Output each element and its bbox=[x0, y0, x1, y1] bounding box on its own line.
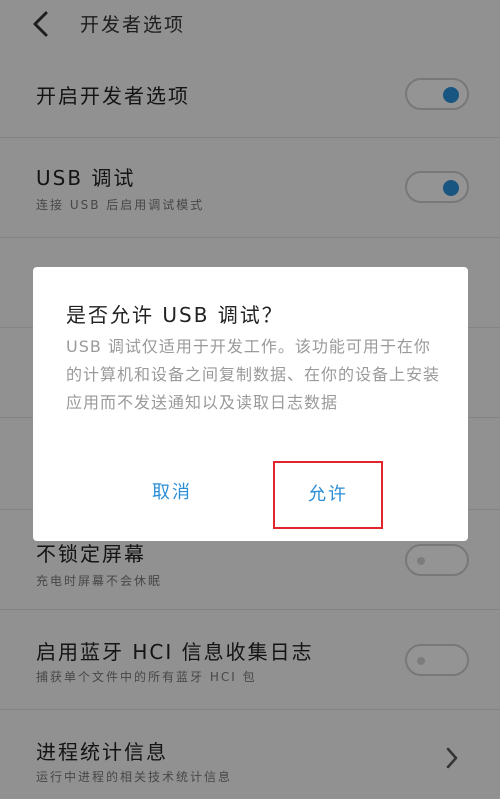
cancel-button[interactable]: 取消 bbox=[117, 463, 227, 523]
dialog-title: 是否允许 USB 调试？ bbox=[66, 303, 284, 327]
developer-options-screen: 开发者选项 开启开发者选项 USB 调试 连接 USB 后启用调试模式 不锁定屏… bbox=[0, 0, 500, 799]
usb-debugging-dialog: 是否允许 USB 调试？ USB 调试仅适用于开发工作。该功能可用于在你的计算机… bbox=[33, 267, 468, 541]
dialog-message: USB 调试仅适用于开发工作。该功能可用于在你的计算机和设备之间复制数据、在你的… bbox=[66, 337, 441, 412]
allow-button[interactable]: 允许 bbox=[273, 461, 383, 529]
